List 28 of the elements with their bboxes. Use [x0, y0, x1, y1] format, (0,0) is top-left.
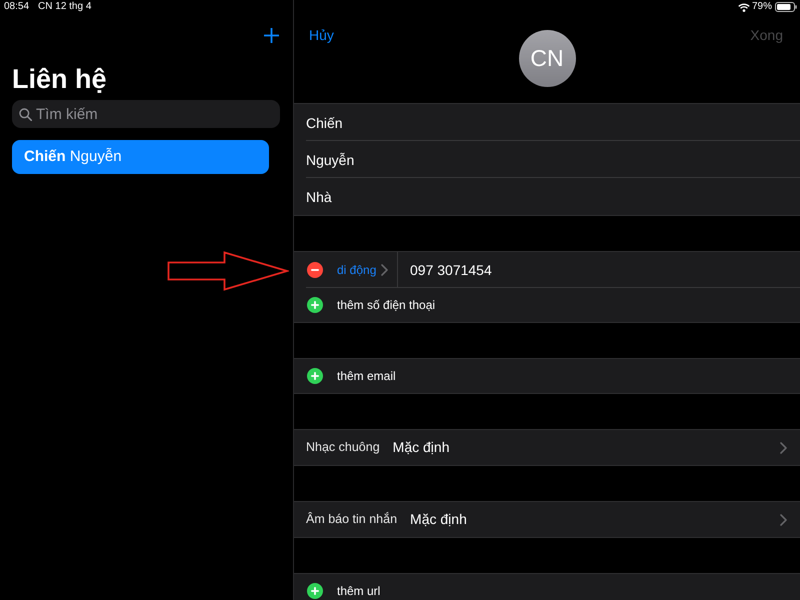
text-field[interactable]: Nhà [294, 178, 800, 215]
text-field[interactable]: Chiến [294, 104, 800, 141]
search-field[interactable]: Tìm kiếm [12, 100, 280, 128]
chevron-icon [780, 442, 787, 454]
add-field-button[interactable]: thêm email [294, 359, 800, 393]
chevron-icon [381, 264, 388, 276]
search-icon [19, 108, 32, 121]
status-date: CN 12 thg 4 [38, 0, 92, 14]
page-title: Liên hệ [12, 63, 108, 96]
add-field-button[interactable]: thêm số điện thoại [294, 288, 800, 322]
wifi-icon [738, 2, 750, 12]
contact-list-item[interactable]: Chiến Nguyễn [12, 140, 269, 174]
minus-circle-icon[interactable] [307, 262, 323, 278]
cancel-button[interactable]: Hủy [309, 27, 334, 44]
plus-circle-icon [307, 583, 323, 599]
setting-row-button[interactable]: Âm báo tin nhắn Mặc định [294, 502, 800, 537]
plus-icon[interactable] [264, 28, 279, 43]
text-field[interactable]: Nguyễn [294, 141, 800, 178]
plus-circle-icon [307, 368, 323, 384]
chevron-icon [780, 514, 787, 526]
phone-field[interactable]: 097 3071454 [397, 252, 800, 288]
add-field-button[interactable]: thêm url [294, 574, 800, 600]
status-time: 08:54 [4, 0, 30, 14]
battery-percent: 79% [752, 0, 772, 14]
plus-circle-icon [307, 297, 323, 313]
phone-type-button[interactable]: di động [337, 252, 397, 288]
battery-icon [775, 2, 797, 12]
setting-row-button[interactable]: Nhạc chuông Mặc định [294, 430, 800, 465]
